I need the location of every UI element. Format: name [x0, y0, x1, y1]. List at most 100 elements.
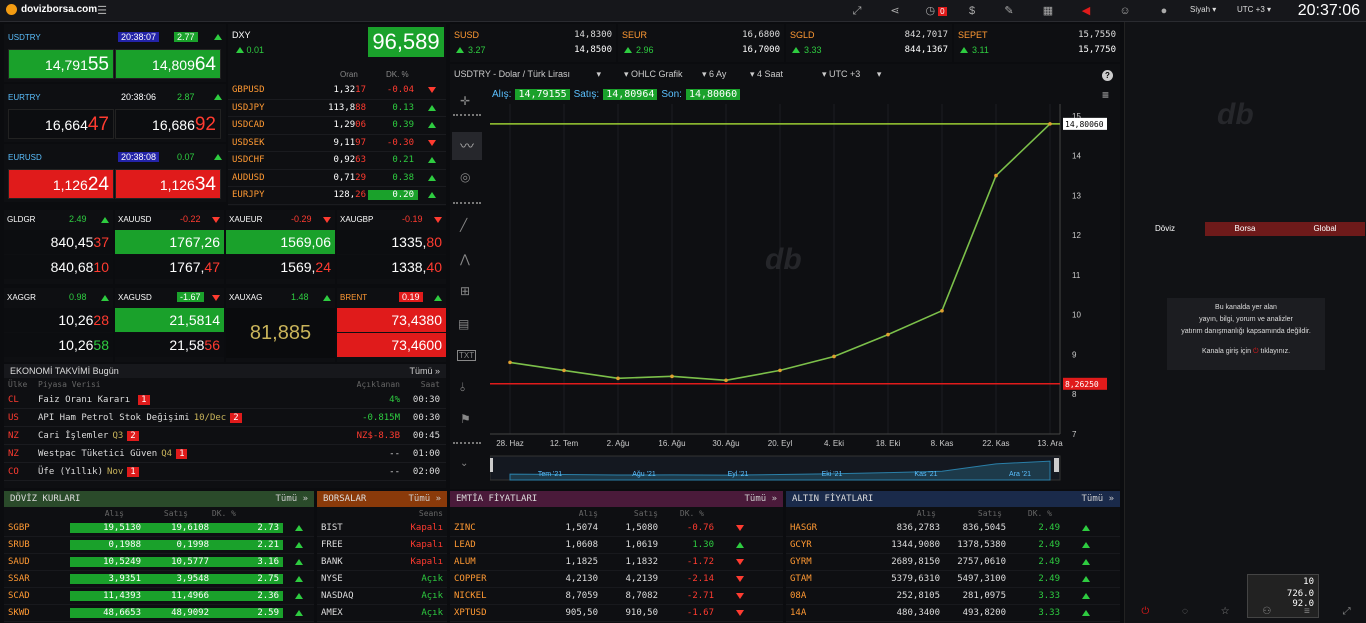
- calendar-row[interactable]: CO Üfe (Yıllık) Nov 1 -- 02:00: [4, 463, 446, 481]
- metal-price[interactable]: 10,2628: [4, 308, 113, 332]
- table-row[interactable]: BIST Kapalı: [317, 520, 447, 537]
- pair-row[interactable]: AUDUSD 0,7129 0.38: [228, 170, 446, 187]
- metal-price[interactable]: 840,6810: [4, 255, 113, 279]
- pair-row[interactable]: USDSEK 9,1197 -0.30: [228, 135, 446, 152]
- metal-tile-xaueur[interactable]: XAUEUR -0.29 1569,06 1569,24: [226, 210, 335, 284]
- tab-doviz[interactable]: Döviz: [1125, 222, 1205, 236]
- table-row[interactable]: SAUD 10,5249 10,5777 3.16: [4, 554, 314, 571]
- fx-ask-price[interactable]: 14,80964: [115, 49, 221, 79]
- table-row[interactable]: SKWD 48,6653 48,9092 2.59: [4, 605, 314, 622]
- table-row[interactable]: SGBP 19,5130 19,6108 2.73: [4, 520, 314, 537]
- metal-tile-xagusd[interactable]: XAGUSD -1.67 21,5814 21,5856: [115, 288, 224, 362]
- menu-icon[interactable]: ☰: [90, 3, 114, 19]
- pitchfork-tool-icon[interactable]: ⋀: [460, 252, 470, 266]
- metal-tile-xaugbp[interactable]: XAUGBP -0.19 1335,80 1338,40: [337, 210, 446, 284]
- list-icon[interactable]: ≡: [1304, 606, 1310, 617]
- fullscreen-panel-icon[interactable]: ⤢: [1343, 606, 1351, 617]
- power-icon[interactable]: ⏻: [1141, 606, 1149, 617]
- table-row[interactable]: NASDAQ Açık: [317, 588, 447, 605]
- fx-bid-price[interactable]: 1,12624: [8, 169, 114, 199]
- metal-price[interactable]: 1767,26: [115, 230, 224, 254]
- table-row[interactable]: COPPER 4,2130 4,2139 -2.14: [450, 571, 783, 588]
- timezone-select[interactable]: ▾ UTC +3 ▾: [822, 69, 881, 80]
- price-chart[interactable]: 28. Haz 12. Tem 2. Ağu 16. Ağu 30. Ağu 20. Ey…: [490, 104, 1120, 489]
- theme-select[interactable]: Siyah ▾: [1190, 5, 1216, 14]
- crosshair-tool-icon[interactable]: ✛: [460, 94, 470, 108]
- metal-price[interactable]: 840,4537: [4, 230, 113, 254]
- fx-bid-price[interactable]: 14,79155: [8, 49, 114, 79]
- metal-tile-xauxag[interactable]: XAUXAG 1.48 81,885: [226, 288, 335, 362]
- metal-tile-brent[interactable]: BRENT 0.19 73,4380 73,4600: [337, 288, 446, 362]
- table-row[interactable]: SCAD 11,4393 11,4966 2.36: [4, 588, 314, 605]
- fx-tile-eurusd[interactable]: EURUSD 20:38:08 0.07 1,12624 1,12634: [4, 144, 226, 202]
- grid-tool-icon[interactable]: ⊞: [460, 284, 470, 298]
- fx-tile-eurtry[interactable]: EURTRY 20:38:06 2.87 16,66447 16,68692: [4, 84, 226, 142]
- calendar-more-link[interactable]: Tümü »: [409, 366, 440, 376]
- navigator-handle-right[interactable]: [1054, 458, 1059, 472]
- measure-tool-icon[interactable]: ⫰: [460, 380, 465, 395]
- chart-menu-icon[interactable]: ≡: [1102, 88, 1109, 102]
- table-row[interactable]: NYSE Açık: [317, 571, 447, 588]
- metal-price[interactable]: 21,5814: [115, 308, 224, 332]
- fx-bid-price[interactable]: 16,66447: [8, 109, 114, 139]
- calendar-row[interactable]: NZ Westpac Tüketici Güven Q4 1 -- 01:00: [4, 445, 446, 463]
- hide-icon[interactable]: ◎: [460, 170, 470, 184]
- utc-select[interactable]: UTC +3 ▾: [1237, 5, 1271, 14]
- fx-ask-price[interactable]: 1,12634: [115, 169, 221, 199]
- metal-price[interactable]: 1569,06: [226, 230, 335, 254]
- metal-price[interactable]: 10,2658: [4, 333, 113, 357]
- table-row[interactable]: NICKEL 8,7059 8,7082 -2.71: [450, 588, 783, 605]
- strip-tile-sgld[interactable]: SGLD 3.33 842,7017 844,1367: [786, 24, 952, 62]
- pair-row[interactable]: USDJPY 113,888 0.13: [228, 100, 446, 117]
- metal-price[interactable]: 1569,24: [226, 255, 335, 279]
- period-select[interactable]: ▾ 6 Ay: [702, 69, 726, 80]
- calendar-row[interactable]: CL Faiz Oranı Kararı 1 4% 00:30: [4, 391, 446, 409]
- table-row[interactable]: GTAM 5379,6310 5497,3100 2.49: [786, 571, 1120, 588]
- collapse-icon[interactable]: ⌄: [460, 458, 468, 469]
- table-row[interactable]: GCYR 1344,9080 1378,5380 2.49: [786, 537, 1120, 554]
- calculator-icon[interactable]: ▦: [1036, 3, 1060, 19]
- smile-icon[interactable]: ☺: [1113, 3, 1137, 19]
- metal-price[interactable]: 73,4380: [337, 308, 446, 332]
- tab-global[interactable]: Global: [1285, 222, 1365, 236]
- pair-select[interactable]: USDTRY - Dolar / Türk Lirası ▾: [454, 69, 601, 80]
- table-row[interactable]: HASGR 836,2783 836,5045 2.49: [786, 520, 1120, 537]
- site-logo[interactable]: dovizborsa.com: [6, 4, 97, 15]
- metal-price[interactable]: 1335,80: [337, 230, 446, 254]
- table-more-link[interactable]: Tümü »: [408, 494, 441, 504]
- metal-price[interactable]: 1767,47: [115, 255, 224, 279]
- table-more-link[interactable]: Tümü »: [1081, 494, 1114, 504]
- table-row[interactable]: LEAD 1,0608 1,0619 1.30: [450, 537, 783, 554]
- metal-price[interactable]: 73,4600: [337, 333, 446, 357]
- trend-tool-icon[interactable]: 〰: [452, 132, 482, 160]
- calendar-row[interactable]: NZ Cari İşlemler Q3 2 NZ$-8.3B 00:45: [4, 427, 446, 445]
- table-more-link[interactable]: Tümü »: [275, 494, 308, 504]
- table-row[interactable]: 14A 480,3400 493,8200 3.33: [786, 605, 1120, 622]
- table-row[interactable]: BANK Kapalı: [317, 554, 447, 571]
- pair-row[interactable]: USDCAD 1,2906 0.39: [228, 117, 446, 135]
- interval-select[interactable]: ▾ 4 Saat: [750, 69, 783, 80]
- metal-tile-xaggr[interactable]: XAGGR 0.98 10,2628 10,2658: [4, 288, 113, 362]
- strip-tile-susd[interactable]: SUSD 3.27 14,8300 14,8500: [450, 24, 616, 62]
- table-row[interactable]: FREE Kapalı: [317, 537, 447, 554]
- dollar-icon[interactable]: $: [960, 3, 984, 19]
- table-more-link[interactable]: Tümü »: [744, 494, 777, 504]
- chat-icon[interactable]: ◌: [1182, 606, 1188, 617]
- fullscreen-icon[interactable]: ⤢: [845, 3, 869, 19]
- fx-ask-price[interactable]: 16,68692: [115, 109, 221, 139]
- sound-icon[interactable]: ◀: [1074, 3, 1098, 19]
- add-user-icon[interactable]: ⚇: [1262, 606, 1271, 617]
- help-icon[interactable]: ?: [1102, 70, 1113, 81]
- table-row[interactable]: SRUB 0,1988 0,1998 2.21: [4, 537, 314, 554]
- text-tool-icon[interactable]: TXT: [457, 350, 477, 361]
- metal-price[interactable]: 21,5856: [115, 333, 224, 357]
- table-row[interactable]: XPTUSD 905,50 910,50 -1.67: [450, 605, 783, 622]
- login-line[interactable]: Kanala giriş için ⏻ tıklayınız.: [1167, 346, 1325, 358]
- table-row[interactable]: ZINC 1,5074 1,5080 -0.76: [450, 520, 783, 537]
- table-row[interactable]: ALUM 1,1825 1,1832 -1.72: [450, 554, 783, 571]
- fib-tool-icon[interactable]: ▤: [458, 317, 469, 331]
- strip-tile-seur[interactable]: SEUR 2.96 16,6800 16,7000: [618, 24, 784, 62]
- table-row[interactable]: AMEX Açık: [317, 605, 447, 622]
- fx-tile-usdtry[interactable]: USDTRY 20:38:07 2.77 14,79155 14,80964: [4, 24, 226, 82]
- metal-price[interactable]: 1338,40: [337, 255, 446, 279]
